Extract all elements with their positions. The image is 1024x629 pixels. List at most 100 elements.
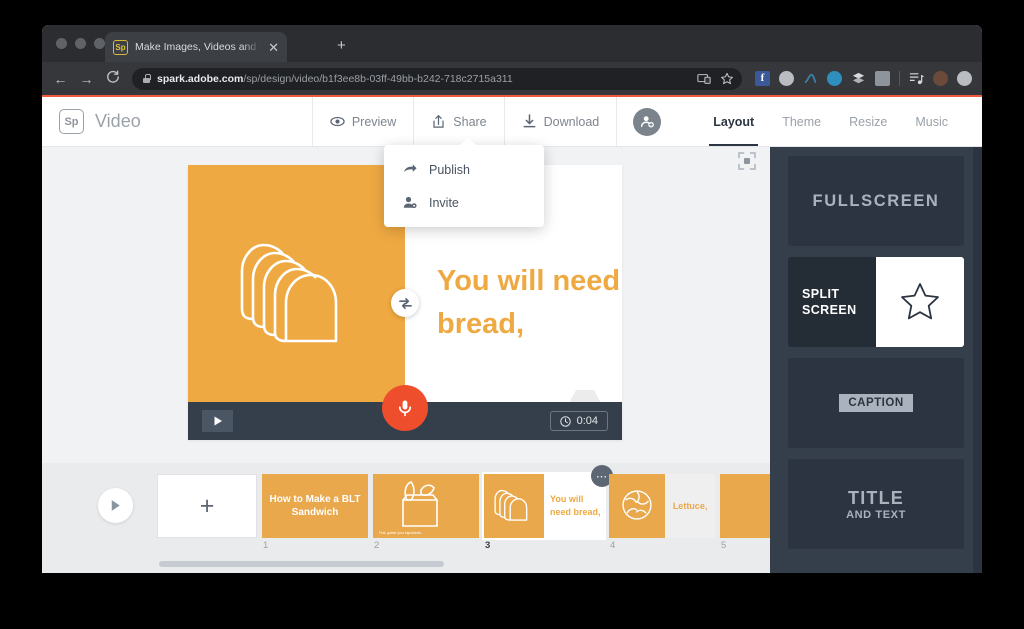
split-screen-left: SPLITSCREEN [788, 257, 876, 347]
browser-window: Sp Make Images, Videos and Web S ✕ + ← →… [42, 25, 982, 573]
layout-option-fullscreen[interactable]: FULLSCREEN [788, 156, 964, 246]
url-text: spark.adobe.com/sp/design/video/b1f3ee8b… [157, 73, 513, 85]
layout-option-split-screen[interactable]: SPLITSCREEN [788, 257, 964, 347]
tab-theme[interactable]: Theme [768, 97, 835, 146]
share-button[interactable]: Share [413, 97, 503, 146]
star-icon [899, 281, 941, 323]
menu-item-publish[interactable]: Publish [384, 153, 544, 186]
window-controls[interactable] [56, 38, 105, 49]
toolbar-divider [899, 71, 900, 86]
invite-person-icon [402, 195, 418, 210]
preview-button[interactable]: Preview [312, 97, 413, 146]
invite-collaborator-cell[interactable] [616, 97, 677, 146]
duration-indicator: 0:04 [550, 411, 608, 431]
new-tab-button[interactable]: + [337, 38, 346, 53]
browser-tab-strip: Sp Make Images, Videos and Web S ✕ + [42, 25, 982, 62]
add-person-icon[interactable] [633, 108, 661, 136]
slide-headline: You will need bread, [437, 260, 622, 344]
spark-logo[interactable]: Sp [59, 109, 84, 134]
address-bar[interactable]: spark.adobe.com/sp/design/video/b1f3ee8b… [132, 68, 742, 90]
slide-5-number: 5 [721, 540, 726, 551]
microphone-icon[interactable] [382, 385, 428, 431]
slide-4-text: Lettuce, [665, 474, 715, 538]
screenshot-root: Sp Make Images, Videos and Web S ✕ + ← →… [0, 0, 1024, 629]
tab-title: Make Images, Videos and Web S [135, 41, 261, 53]
minimize-window-button[interactable] [75, 38, 86, 49]
tab-layout[interactable]: Layout [699, 97, 768, 146]
sidebar-edge [973, 147, 982, 573]
play-icon[interactable] [202, 410, 233, 432]
slide-1-number: 1 [263, 540, 268, 551]
fullscreen-label: FULLSCREEN [813, 192, 940, 211]
split-screen-right [876, 257, 964, 347]
close-icon[interactable]: ✕ [268, 41, 279, 54]
slide-3-left [484, 474, 544, 538]
caption-label: CAPTION [839, 394, 912, 412]
browser-toolbar: ← → spark.adobe.com/sp/design/video/b1f3… [42, 62, 982, 95]
spark-app: Sp Video Preview Share Download [42, 97, 982, 573]
timeline-scrollbar[interactable] [42, 561, 770, 570]
slide-3-number: 3 [485, 540, 490, 551]
close-window-button[interactable] [56, 38, 67, 49]
url-path: /sp/design/video/b1f3ee8b-03ff-49bb-b242… [243, 73, 512, 85]
mode-tabs: Layout Theme Resize Music [699, 97, 962, 146]
duration-text: 0:04 [577, 415, 598, 427]
omnibox-actions [697, 72, 734, 86]
bookmark-star-icon[interactable] [720, 72, 734, 86]
menu-icon[interactable] [957, 71, 972, 86]
layout-option-caption[interactable]: CAPTION [788, 358, 964, 448]
tab-resize[interactable]: Resize [835, 97, 901, 146]
timeline-play-button[interactable] [98, 488, 133, 523]
publish-label: Publish [429, 163, 470, 177]
split-screen-label: SPLITSCREEN [802, 286, 857, 319]
lettuce-illustration [617, 487, 657, 523]
timeline-slide-2[interactable]: First, gather your ingredients. 2 [373, 474, 479, 538]
browser-tab[interactable]: Sp Make Images, Videos and Web S ✕ [105, 32, 287, 62]
back-icon[interactable]: ← [52, 71, 69, 87]
share-label: Share [453, 115, 486, 129]
maximize-window-button[interactable] [94, 38, 105, 49]
wave-icon[interactable] [803, 71, 818, 86]
playback-bar: 0:04 [188, 402, 622, 440]
layout-option-title-and-text[interactable]: TITLE AND TEXT [788, 459, 964, 549]
reload-icon[interactable] [104, 70, 121, 87]
lock-icon [143, 74, 150, 83]
add-slide-button[interactable]: + [157, 474, 257, 538]
grocery-bag-illustration [391, 478, 461, 530]
timeline-track[interactable]: + How to Make a BLT Sandwich 1 [157, 474, 770, 552]
publish-arrow-icon [402, 162, 418, 177]
timeline-slide-3[interactable]: You will need bread, ⋯ 3 [484, 474, 604, 538]
canvas-left-panel[interactable] [188, 165, 405, 440]
timeline-scrollbar-thumb[interactable] [159, 561, 444, 567]
spark-favicon: Sp [113, 40, 128, 55]
layout-sidebar: FULLSCREEN SPLITSCREEN CAPTION TITLE [770, 147, 982, 573]
share-dropdown-menu: Publish Invite [384, 145, 544, 227]
playlist-icon[interactable] [909, 71, 924, 86]
timeline-slide-1[interactable]: How to Make a BLT Sandwich 1 [262, 474, 368, 538]
header-actions: Preview Share Download Layout T [312, 97, 982, 146]
swap-icon[interactable] [391, 289, 419, 317]
clock-icon [560, 416, 571, 427]
layers-icon[interactable] [851, 71, 866, 86]
expand-icon[interactable] [738, 152, 756, 170]
share-icon [431, 114, 446, 129]
timeline-slide-4[interactable]: Lettuce, 4 [609, 474, 715, 538]
add-slide-slot[interactable]: + [157, 474, 257, 538]
tab-music[interactable]: Music [901, 97, 962, 146]
globe-icon[interactable] [827, 71, 842, 86]
cast-icon[interactable] [697, 72, 711, 86]
slide-2-caption: First, gather your ingredients. [379, 531, 422, 535]
bread-loaf-illustration [226, 225, 366, 355]
forward-icon[interactable]: → [78, 71, 95, 87]
profile-avatar-icon[interactable] [933, 71, 948, 86]
extensions-row: f [755, 71, 972, 86]
facebook-icon[interactable]: f [755, 71, 770, 86]
title-line-2: AND TEXT [846, 509, 906, 521]
slide-timeline: + How to Make a BLT Sandwich 1 [42, 463, 770, 573]
menu-item-invite[interactable]: Invite [384, 186, 544, 219]
slide-1-text: How to Make a BLT Sandwich [262, 474, 368, 538]
chat-icon[interactable] [875, 71, 890, 86]
download-button[interactable]: Download [504, 97, 617, 146]
circle-icon[interactable] [779, 71, 794, 86]
title-text-label: TITLE AND TEXT [846, 488, 906, 521]
